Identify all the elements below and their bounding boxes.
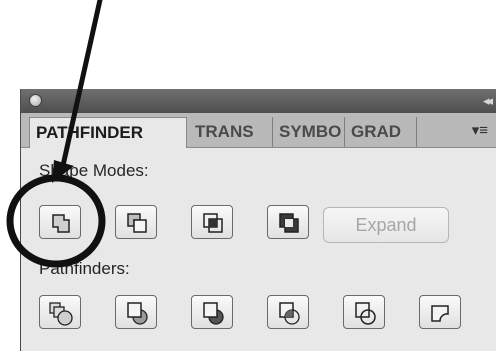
intersect-button[interactable] xyxy=(191,205,233,239)
tab-transform[interactable]: TRANS xyxy=(189,117,273,147)
tab-label: GRAD xyxy=(351,122,402,141)
pathfinder-panel: ◂◂ PATHFINDER TRANS SYMBO GRAD ▾≡ Shape … xyxy=(20,89,496,351)
crop-icon xyxy=(279,302,300,325)
minus-back-button[interactable] xyxy=(419,295,461,329)
divide-button[interactable] xyxy=(39,295,81,329)
tab-label: TRANS xyxy=(195,122,254,141)
merge-button[interactable] xyxy=(191,295,233,329)
merge-icon xyxy=(203,302,224,325)
pathfinders-label: Pathfinders: xyxy=(39,259,130,278)
crop-button[interactable] xyxy=(267,295,309,329)
tab-pathfinder[interactable]: PATHFINDER xyxy=(29,117,187,148)
unite-icon xyxy=(52,214,70,233)
close-icon[interactable] xyxy=(29,94,42,107)
panel-menu-icon[interactable]: ▾≡ xyxy=(472,121,488,139)
shape-modes-label: Shape Modes: xyxy=(39,161,149,180)
minus-front-icon xyxy=(127,213,147,233)
tab-label: SYMBO xyxy=(279,122,342,141)
tab-symbols[interactable]: SYMBO xyxy=(273,117,345,147)
panel-titlebar[interactable]: ◂◂ xyxy=(21,89,496,113)
expand-button[interactable]: Expand xyxy=(323,207,449,243)
tab-label: PATHFINDER xyxy=(36,123,144,142)
tab-bar: PATHFINDER TRANS SYMBO GRAD ▾≡ xyxy=(21,113,496,148)
unite-button[interactable] xyxy=(39,205,81,239)
divide-icon xyxy=(49,302,73,326)
tab-gradient[interactable]: GRAD xyxy=(345,117,417,147)
outline-icon xyxy=(355,302,376,325)
minus-back-icon xyxy=(431,305,449,322)
exclude-icon xyxy=(279,213,299,233)
exclude-button[interactable] xyxy=(267,205,309,239)
outline-button[interactable] xyxy=(343,295,385,329)
intersect-icon xyxy=(203,213,223,233)
double-chevron-icon[interactable]: ◂◂ xyxy=(483,93,493,109)
trim-icon xyxy=(127,302,148,325)
minus-front-button[interactable] xyxy=(115,205,157,239)
trim-button[interactable] xyxy=(115,295,157,329)
